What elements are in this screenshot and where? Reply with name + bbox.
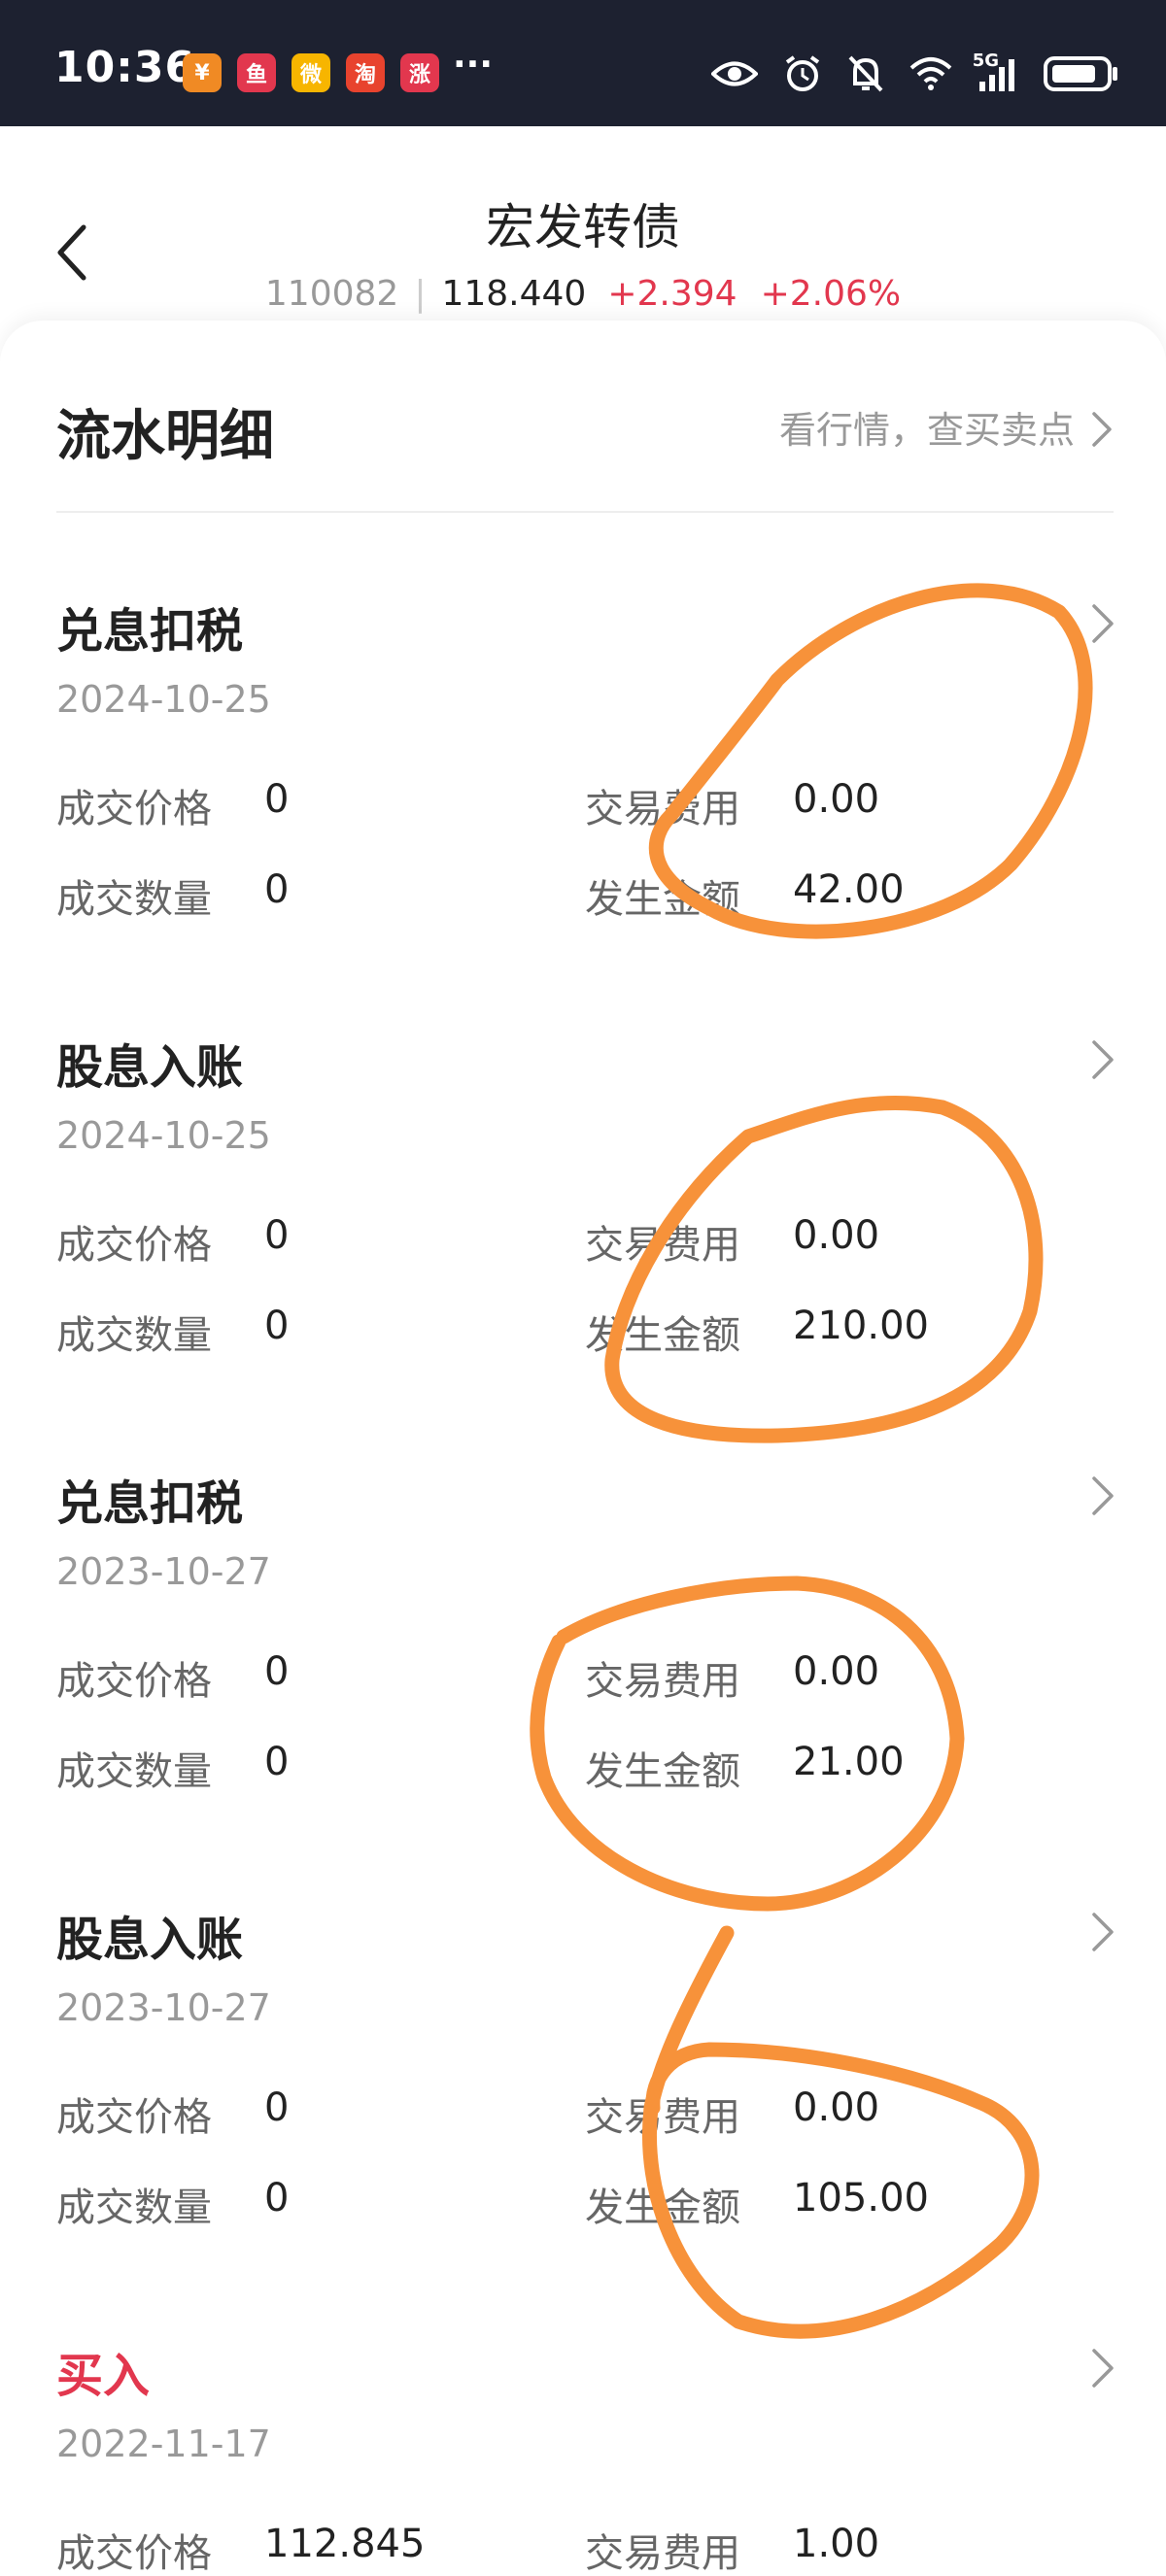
price-label: 成交价格 xyxy=(56,2531,212,2576)
price-label: 成交价格 xyxy=(56,2095,212,2140)
system-icons xyxy=(711,51,1119,97)
last-price: 118.440 xyxy=(441,274,587,314)
price-change-pct: +2.06% xyxy=(760,274,902,314)
price-label: 成交价格 xyxy=(56,1659,212,1704)
status-bar: 10:36 ¥ 鱼 微 淘 涨 ··· 5G xyxy=(0,0,1166,126)
qty-value: 0 xyxy=(264,1740,290,1784)
wifi-icon xyxy=(909,57,952,90)
record-date: 2022-11-17 xyxy=(56,2423,271,2465)
qty-value: 0 xyxy=(264,2176,290,2220)
amount-label: 发生金额 xyxy=(585,1749,740,1794)
chevron-right-icon[interactable] xyxy=(1090,1911,1115,1953)
quote-line: 110082 | 118.440 +2.394 +2.06% xyxy=(0,274,1166,314)
chevron-right-icon[interactable] xyxy=(1090,410,1114,449)
more-notifications-icon: ··· xyxy=(453,45,494,85)
qty-label: 成交数量 xyxy=(56,1313,212,1358)
qty-label: 成交数量 xyxy=(56,877,212,922)
zhang-app-icon: 涨 xyxy=(400,53,439,92)
amount-value: 42.00 xyxy=(793,867,905,912)
divider xyxy=(56,511,1114,513)
price-label: 成交价格 xyxy=(56,1223,212,1268)
view-quote-link[interactable]: 看行情，查买卖点 xyxy=(779,400,1075,454)
price-value: 0 xyxy=(264,777,290,822)
transaction-record[interactable]: 兑息扣税 2024-10-25 成交价格 0 交易费用 0.00 成交数量 0 … xyxy=(0,593,1166,1000)
fee-value: 0.00 xyxy=(793,2085,880,2130)
record-type: 兑息扣税 xyxy=(56,1476,244,1531)
amount-label: 发生金额 xyxy=(585,1313,740,1358)
transaction-record[interactable]: 买入 2022-11-17 成交价格 112.845 交易费用 1.00 xyxy=(0,2337,1166,2576)
fee-label: 交易费用 xyxy=(585,2095,740,2140)
chevron-right-icon[interactable] xyxy=(1090,1038,1115,1081)
record-date: 2024-10-25 xyxy=(56,1114,271,1157)
fee-label: 交易费用 xyxy=(585,2531,740,2576)
record-type: 买入 xyxy=(56,2349,151,2403)
record-type: 股息入账 xyxy=(56,1913,244,1967)
fee-value: 1.00 xyxy=(793,2522,880,2566)
alarm-icon xyxy=(785,55,820,91)
fee-value: 0.00 xyxy=(793,777,880,822)
record-type: 股息入账 xyxy=(56,1040,244,1095)
weibo-app-icon: 微 xyxy=(292,53,330,92)
status-time: 10:36 xyxy=(54,43,196,92)
qty-label: 成交数量 xyxy=(56,2186,212,2230)
price-value: 0 xyxy=(264,2085,290,2130)
qty-label: 成交数量 xyxy=(56,1749,212,1794)
news-app-icon: 鱼 xyxy=(237,53,276,92)
record-date: 2024-10-25 xyxy=(56,678,271,721)
record-date: 2023-10-27 xyxy=(56,1550,271,1593)
eye-icon xyxy=(711,61,758,86)
price-value: 0 xyxy=(264,1649,290,1694)
price-value: 112.845 xyxy=(264,2522,426,2566)
qty-value: 0 xyxy=(264,1304,290,1348)
amount-value: 210.00 xyxy=(793,1304,929,1348)
price-value: 0 xyxy=(264,1213,290,1258)
wallet-app-icon: ¥ xyxy=(183,53,222,92)
bond-code: 110082 xyxy=(264,274,399,314)
fee-value: 0.00 xyxy=(793,1649,880,1694)
network-type-label: 5G xyxy=(972,51,999,71)
battery-icon xyxy=(1044,56,1117,91)
taobao-app-icon: 淘 xyxy=(346,53,385,92)
mute-bell-icon xyxy=(848,55,883,92)
fee-label: 交易费用 xyxy=(585,1223,740,1268)
quote-separator: | xyxy=(414,274,427,314)
record-type: 兑息扣税 xyxy=(56,604,244,659)
fee-label: 交易费用 xyxy=(585,1659,740,1704)
transaction-record[interactable]: 股息入账 2023-10-27 成交价格 0 交易费用 0.00 成交数量 0 … xyxy=(0,1901,1166,2309)
chevron-right-icon[interactable] xyxy=(1090,602,1115,645)
amount-label: 发生金额 xyxy=(585,877,740,922)
section-title: 流水明细 xyxy=(56,405,274,468)
amount-value: 105.00 xyxy=(793,2176,929,2220)
amount-label: 发生金额 xyxy=(585,2186,740,2230)
record-date: 2023-10-27 xyxy=(56,1986,271,2029)
price-change: +2.394 xyxy=(607,274,737,314)
fee-value: 0.00 xyxy=(793,1213,880,1258)
chevron-right-icon[interactable] xyxy=(1090,1474,1115,1517)
fee-label: 交易费用 xyxy=(585,787,740,831)
qty-value: 0 xyxy=(264,867,290,912)
transaction-record[interactable]: 兑息扣税 2023-10-27 成交价格 0 交易费用 0.00 成交数量 0 … xyxy=(0,1465,1166,1873)
transaction-record[interactable]: 股息入账 2024-10-25 成交价格 0 交易费用 0.00 成交数量 0 … xyxy=(0,1029,1166,1437)
price-label: 成交价格 xyxy=(56,787,212,831)
amount-value: 21.00 xyxy=(793,1740,905,1784)
page-title: 宏发转债 xyxy=(486,199,680,255)
chevron-right-icon[interactable] xyxy=(1090,2347,1115,2390)
